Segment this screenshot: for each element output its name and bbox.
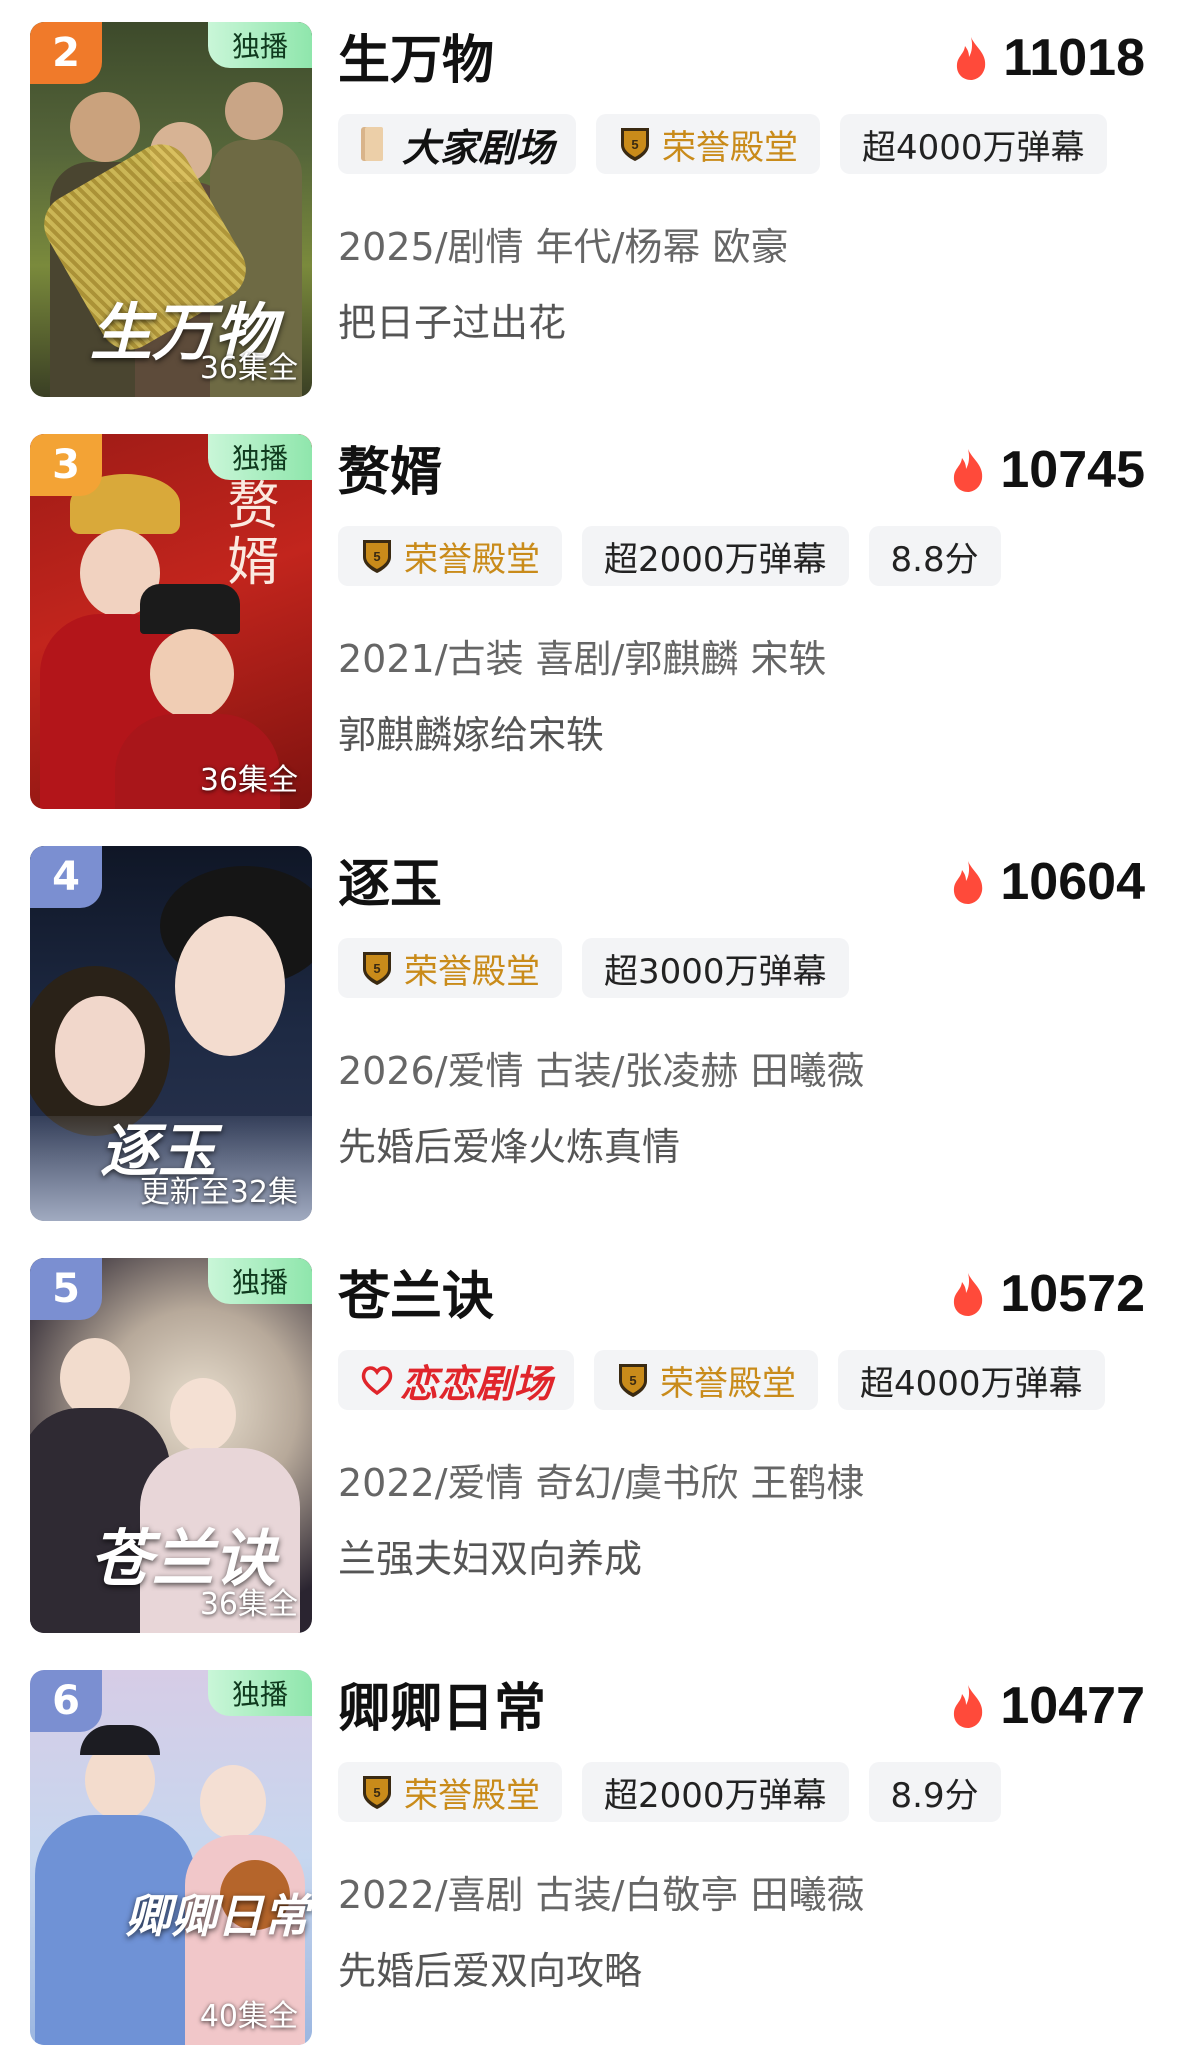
show-title[interactable]: 逐玉 (338, 842, 442, 917)
list-item[interactable]: 生万物 2 独播 36集全 生万物 11018 大家剧场 5 荣誉殿堂 超400… (0, 22, 1179, 402)
tag-row: 5 荣誉殿堂 超3000万弹幕 (338, 938, 849, 998)
tag-rating[interactable]: 8.9分 (868, 1762, 1001, 1822)
show-description: 先婚后爱烽火炼真情 (338, 1125, 681, 1169)
heat-score: 11018 (953, 28, 1145, 88)
heat-value: 10572 (1000, 1265, 1145, 1323)
medal-icon: 5 (621, 128, 650, 161)
exclusive-badge: 独播 (208, 1670, 312, 1716)
episode-count: 更新至32集 (139, 1175, 298, 1210)
show-title[interactable]: 生万物 (338, 18, 494, 93)
tag-danmu-count[interactable]: 超2000万弹幕 (582, 1762, 849, 1822)
tag-label: 荣誉殿堂 (404, 951, 540, 992)
tag-honor-hall[interactable]: 5 荣誉殿堂 (338, 938, 562, 998)
tag-label: 荣誉殿堂 (404, 1775, 540, 1816)
svg-text:5: 5 (631, 137, 638, 152)
poster[interactable]: 赘婿 3 独播 36集全 (30, 434, 312, 809)
rank-badge: 5 (30, 1258, 102, 1320)
svg-text:5: 5 (373, 1785, 380, 1800)
svg-text:5: 5 (373, 961, 380, 976)
tag-label: 荣誉殿堂 (404, 539, 540, 580)
flame-icon (954, 861, 983, 904)
tag-danmu-count[interactable]: 超2000万弹幕 (582, 526, 849, 586)
ranking-list: 生万物 2 独播 36集全 生万物 11018 大家剧场 5 荣誉殿堂 超400… (0, 0, 1179, 2045)
tag-danmu-count[interactable]: 超3000万弹幕 (582, 938, 849, 998)
show-title[interactable]: 卿卿日常 (338, 1666, 546, 1741)
heart-icon (361, 1366, 393, 1396)
exclusive-badge: 独播 (208, 22, 312, 68)
show-description: 先婚后爱双向攻略 (338, 1949, 643, 1993)
flame-icon (957, 37, 986, 80)
poster-title: 赘婿 (218, 478, 278, 590)
heat-value: 10477 (1000, 1677, 1145, 1735)
episode-count: 36集全 (199, 763, 298, 798)
episode-count: 36集全 (199, 351, 298, 386)
tag-honor-hall[interactable]: 5 荣誉殿堂 (338, 1762, 562, 1822)
flame-icon (954, 449, 983, 492)
tag-honor-hall[interactable]: 5 荣誉殿堂 (594, 1350, 819, 1410)
show-meta: 2022/喜剧 古装/白敬亭 田曦薇 (338, 1873, 865, 1917)
tag-label: 荣誉殿堂 (662, 127, 799, 168)
show-description: 郭麒麟嫁给宋轶 (338, 713, 605, 757)
tag-dajia-theater[interactable]: 大家剧场 (338, 114, 577, 174)
rank-badge: 3 (30, 434, 102, 496)
flame-icon (954, 1685, 983, 1728)
list-item[interactable]: 卿卿日常 6 独播 40集全 卿卿日常 10477 5 荣誉殿堂 超2000万弹… (0, 1670, 1179, 2050)
heat-value: 11018 (1003, 29, 1145, 87)
heat-value: 10745 (1000, 441, 1145, 499)
tag-label: 荣誉殿堂 (660, 1363, 797, 1404)
svg-text:5: 5 (373, 549, 380, 564)
episode-count: 36集全 (199, 1587, 298, 1622)
medal-icon: 5 (363, 1776, 391, 1809)
show-meta: 2022/爱情 奇幻/虞书欣 王鹤棣 (338, 1461, 865, 1505)
tag-label: 大家剧场 (402, 124, 555, 170)
exclusive-badge: 独播 (208, 434, 312, 480)
poster[interactable]: 生万物 2 独播 36集全 (30, 22, 312, 397)
medal-icon: 5 (619, 1364, 648, 1397)
tag-rating[interactable]: 8.8分 (868, 526, 1001, 586)
heat-score: 10604 (950, 852, 1145, 912)
list-item[interactable]: 逐玉 4 更新至32集 逐玉 10604 5 荣誉殿堂 超3000万弹幕 202… (0, 846, 1179, 1226)
tag-row: 5 荣誉殿堂 超2000万弹幕 8.8分 (338, 526, 1001, 586)
rank-badge: 6 (30, 1670, 102, 1732)
heat-value: 10604 (1000, 853, 1145, 911)
rank-badge: 2 (30, 22, 102, 84)
heat-score: 10572 (950, 1264, 1145, 1324)
list-item[interactable]: 苍兰诀 5 独播 36集全 苍兰诀 10572 恋恋剧场 5 荣誉殿堂 超400… (0, 1258, 1179, 1638)
show-description: 兰强夫妇双向养成 (338, 1537, 643, 1581)
tag-danmu-count[interactable]: 超4000万弹幕 (838, 1350, 1105, 1410)
tag-honor-hall[interactable]: 5 荣誉殿堂 (596, 114, 821, 174)
list-item[interactable]: 赘婿 3 独播 36集全 赘婿 10745 5 荣誉殿堂 超2000万弹幕 8.… (0, 434, 1179, 814)
exclusive-badge: 独播 (208, 1258, 312, 1304)
medal-icon: 5 (363, 540, 391, 573)
flame-icon (954, 1273, 983, 1316)
show-meta: 2025/剧情 年代/杨幂 欧豪 (338, 225, 789, 269)
heat-score: 10745 (950, 440, 1145, 500)
show-meta: 2021/古装 喜剧/郭麒麟 宋轶 (338, 637, 827, 681)
svg-text:5: 5 (629, 1373, 636, 1388)
show-meta: 2026/爱情 古装/张凌赫 田曦薇 (338, 1049, 865, 1093)
tag-row: 大家剧场 5 荣誉殿堂 超4000万弹幕 (338, 114, 1107, 174)
book-icon (361, 127, 383, 161)
poster-title: 卿卿日常 (125, 1889, 309, 1943)
medal-icon: 5 (363, 952, 391, 985)
rank-badge: 4 (30, 846, 102, 908)
tag-row: 恋恋剧场 5 荣誉殿堂 超4000万弹幕 (338, 1350, 1105, 1410)
tag-row: 5 荣誉殿堂 超2000万弹幕 8.9分 (338, 1762, 1001, 1822)
tag-danmu-count[interactable]: 超4000万弹幕 (840, 114, 1107, 174)
poster[interactable]: 苍兰诀 5 独播 36集全 (30, 1258, 312, 1633)
tag-honor-hall[interactable]: 5 荣誉殿堂 (338, 526, 562, 586)
heat-score: 10477 (950, 1676, 1145, 1736)
episode-count: 40集全 (199, 1999, 298, 2034)
poster[interactable]: 卿卿日常 6 独播 40集全 (30, 1670, 312, 2045)
tag-lianlian-theater[interactable]: 恋恋剧场 (338, 1350, 575, 1410)
poster[interactable]: 逐玉 4 更新至32集 (30, 846, 312, 1221)
tag-label: 恋恋剧场 (400, 1361, 553, 1406)
show-description: 把日子过出花 (338, 301, 567, 345)
show-title[interactable]: 赘婿 (338, 430, 442, 505)
show-title[interactable]: 苍兰诀 (338, 1254, 494, 1329)
